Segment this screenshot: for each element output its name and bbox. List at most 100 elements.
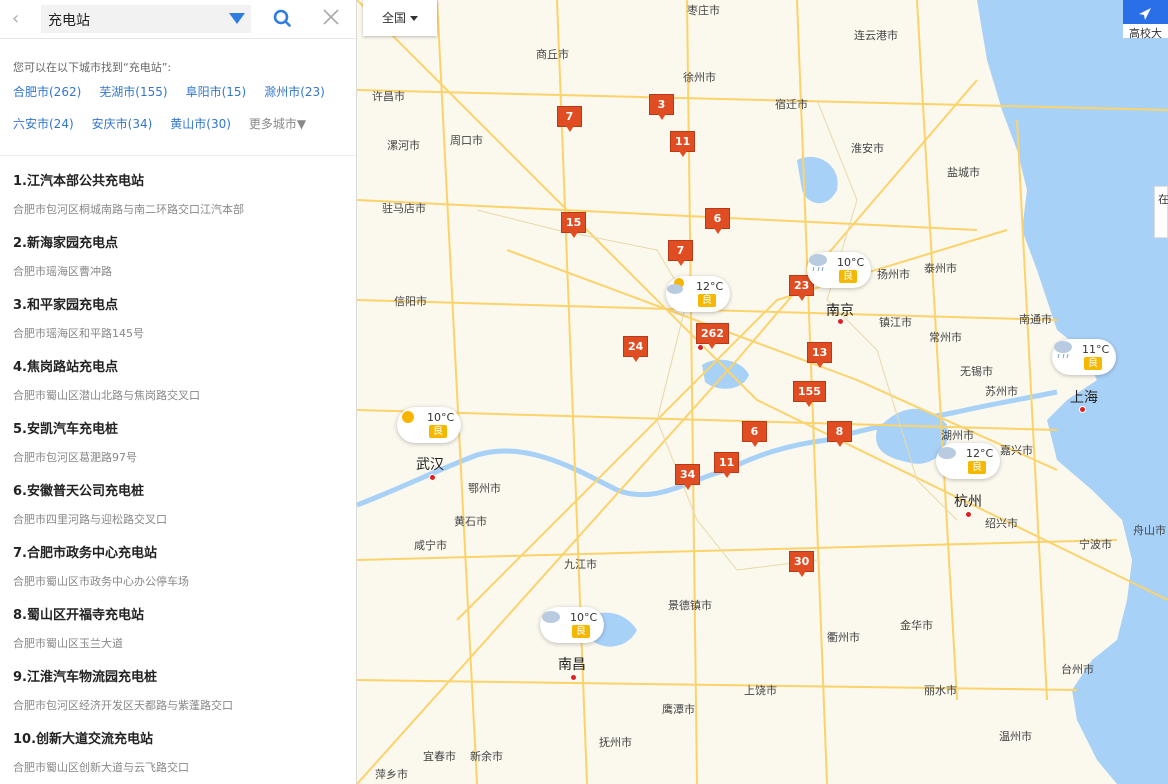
city-link-anqing[interactable]: 安庆市(34): [92, 117, 153, 149]
city-dot: [697, 344, 704, 351]
result-address: 合肥市包河区桐城南路与南二环路交口江汽本部: [13, 203, 244, 216]
result-item[interactable]: 10.创新大道交流充电站 合肥市蜀山区创新大道与云飞路交口: [13, 724, 356, 784]
count-marker[interactable]: 34: [675, 464, 701, 490]
weather-temperature: 10°C: [570, 611, 598, 624]
map-canvas[interactable]: 全国 高校大 在 3 7 11 15 6 7 23 262 24 13 155 …: [357, 0, 1168, 784]
city-label: 湖州市: [941, 429, 974, 442]
more-cities-link[interactable]: 更多城市▼: [249, 117, 306, 149]
count-marker[interactable]: 8: [827, 421, 852, 447]
search-input[interactable]: 充电站: [41, 5, 251, 33]
count-marker[interactable]: 7: [668, 240, 693, 266]
side-tab[interactable]: 在: [1154, 186, 1168, 238]
city-label: 景德镇市: [668, 599, 712, 612]
count-marker[interactable]: 7: [557, 106, 582, 132]
arrow-glyph: [1139, 8, 1151, 20]
caret-down-icon[interactable]: [410, 16, 418, 21]
result-name[interactable]: 10.创新大道交流充电站: [13, 724, 356, 747]
city-label: 连云港市: [854, 29, 898, 42]
result-name[interactable]: 5.安凯汽车充电桩: [13, 414, 356, 437]
count-marker[interactable]: 13: [807, 342, 833, 368]
city-label: 淮安市: [851, 142, 884, 155]
dropdown-arrow-icon[interactable]: [229, 13, 245, 24]
weather-badge-wuhan[interactable]: 10°C 良: [397, 407, 461, 443]
result-item[interactable]: 6.安徽普天公司充电桩合肥市四里河路与迎松路交叉口: [13, 476, 356, 538]
city-label: 温州市: [999, 730, 1032, 743]
close-icon[interactable]: [322, 8, 340, 26]
result-item[interactable]: 8.蜀山区开福寺充电站 合肥市蜀山区玉兰大道: [13, 600, 356, 662]
weather-temperature: 12°C: [696, 280, 724, 293]
city-label: 南昌: [558, 657, 586, 673]
result-item[interactable]: 3.和平家园充电点 合肥市瑶海区和平路145号: [13, 290, 356, 352]
city-label: 周口市: [450, 134, 483, 147]
result-name[interactable]: 6.安徽普天公司充电桩: [13, 476, 356, 499]
city-link-fuyang[interactable]: 阜阳市(15): [186, 85, 247, 117]
city-label: 九江市: [564, 558, 597, 571]
result-item[interactable]: 4.焦岗路站充电点 合肥市蜀山区潜山北路与焦岗路交叉口: [13, 352, 356, 414]
city-hint: 您可以在以下城市找到“充电站”:: [13, 61, 172, 74]
result-name[interactable]: 1.江汽本部公共充电站: [13, 166, 356, 189]
city-label: 咸宁市: [414, 539, 447, 552]
city-label: 泰州市: [924, 262, 957, 275]
city-label: 许昌市: [372, 90, 405, 103]
result-name[interactable]: 7.合肥市政务中心充电站: [13, 538, 356, 561]
city-label: 镇江市: [879, 316, 912, 329]
weather-badge-hangzhou[interactable]: 12°C 良: [936, 443, 1000, 479]
cloud-icon: [938, 447, 956, 459]
weather-temperature: 10°C: [837, 256, 865, 269]
city-label: 徐州市: [683, 71, 716, 84]
result-address: 合肥市四里河路与迎松路交叉口: [13, 513, 167, 526]
city-label: 台州市: [1061, 663, 1094, 676]
city-link-luan[interactable]: 六安市(24): [13, 117, 74, 149]
result-name[interactable]: 3.和平家园充电点: [13, 290, 356, 313]
region-label[interactable]: 全国: [382, 11, 406, 25]
count-marker[interactable]: 11: [670, 131, 696, 157]
result-list: 1.江汽本部公共充电站合肥市包河区桐城南路与南二环路交口江汽本部 2.新海家园充…: [0, 156, 356, 784]
city-label: 南通市: [1019, 313, 1052, 326]
corner-tool[interactable]: 高校大: [1123, 0, 1168, 41]
city-label: 萍乡市: [375, 768, 408, 781]
city-label: 上饶市: [744, 684, 777, 697]
result-item[interactable]: 2.新海家园充电点 合肥市瑶海区曹冲路: [13, 228, 356, 290]
result-address: 合肥市包河区葛淝路97号: [13, 451, 137, 464]
city-link-huangshan[interactable]: 黄山市(30): [170, 117, 231, 149]
result-item[interactable]: 5.安凯汽车充电桩合肥市包河区葛淝路97号: [13, 414, 356, 476]
city-label: 鹰潭市: [662, 703, 695, 716]
region-selector[interactable]: 全国: [363, 0, 437, 36]
city-label: 金华市: [900, 619, 933, 632]
search-query[interactable]: 充电站: [48, 10, 90, 30]
result-item[interactable]: 9.江淮汽车物流园充电桩 合肥市包河区经济开发区天都路与紫蓬路交口: [13, 662, 356, 724]
count-marker[interactable]: 11: [714, 452, 740, 478]
result-item[interactable]: 7.合肥市政务中心充电站 合肥市蜀山区市政务中心办公停车场: [13, 538, 356, 600]
city-label: 漯河市: [387, 139, 420, 152]
result-item[interactable]: 1.江汽本部公共充电站合肥市包河区桐城南路与南二环路交口江汽本部: [13, 166, 356, 228]
count-marker[interactable]: 262: [696, 323, 729, 349]
result-name[interactable]: 4.焦岗路站充电点: [13, 352, 356, 375]
corner-label[interactable]: 高校大: [1129, 25, 1162, 41]
result-name[interactable]: 2.新海家园充电点: [13, 228, 356, 251]
city-label: 盐城市: [947, 166, 980, 179]
city-link-hefei[interactable]: 合肥市(262): [13, 85, 81, 117]
count-marker[interactable]: 30: [789, 551, 815, 577]
count-marker[interactable]: 24: [623, 336, 649, 362]
count-marker[interactable]: 15: [561, 212, 587, 238]
city-label: 商丘市: [536, 48, 569, 61]
city-label: 驻马店市: [382, 202, 426, 215]
city-link-wuhu[interactable]: 芜湖市(155): [99, 85, 167, 117]
city-label: 鄂州市: [468, 482, 501, 495]
weather-badge-hefei[interactable]: 12°C 良: [666, 276, 730, 312]
navigation-arrow-icon[interactable]: [1123, 0, 1168, 24]
weather-badge-shanghai[interactable]: 11°C 良: [1052, 339, 1116, 375]
count-marker[interactable]: 6: [705, 208, 730, 234]
back-icon[interactable]: ‹: [12, 8, 19, 29]
city-label: 南京: [826, 303, 854, 319]
count-marker[interactable]: 6: [742, 421, 767, 447]
search-icon[interactable]: [273, 9, 291, 27]
count-marker[interactable]: 155: [793, 381, 826, 407]
city-link-chuzhou[interactable]: 滁州市(23): [264, 85, 325, 117]
city-label: 武汉: [416, 457, 444, 473]
weather-badge-nanjing[interactable]: 10°C 良: [807, 252, 871, 288]
result-name[interactable]: 8.蜀山区开福寺充电站: [13, 600, 356, 623]
weather-badge-nanchang[interactable]: 10°C 良: [540, 607, 604, 643]
result-name[interactable]: 9.江淮汽车物流园充电桩: [13, 662, 356, 685]
count-marker[interactable]: 3: [649, 94, 674, 120]
